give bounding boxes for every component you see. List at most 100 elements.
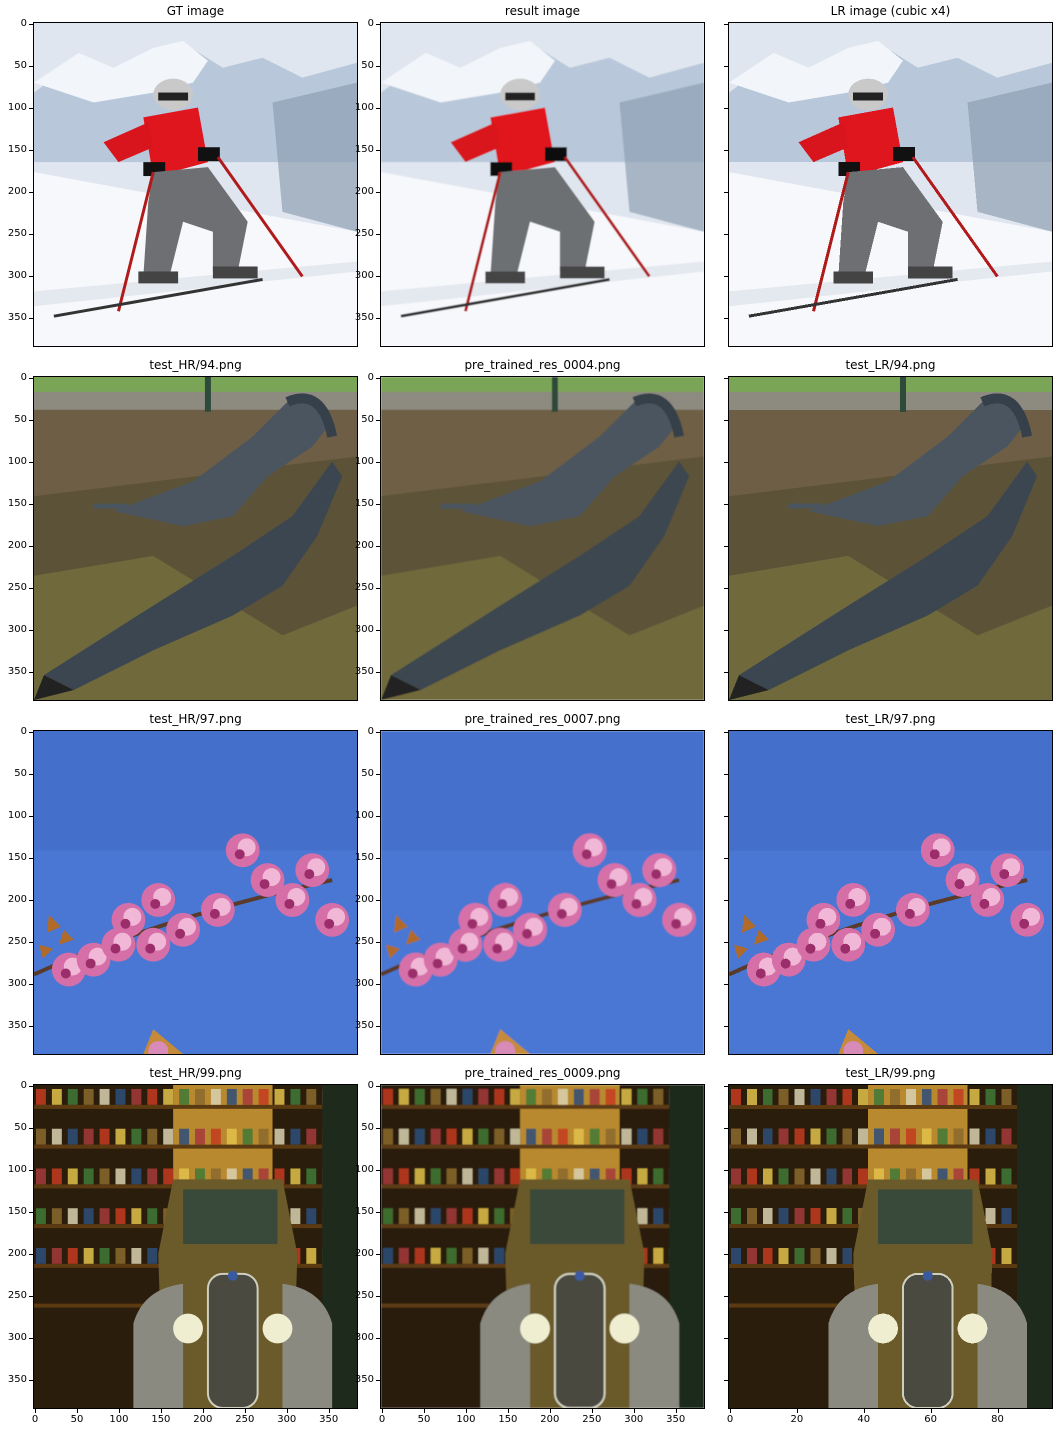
y-tick-mark xyxy=(29,671,33,673)
y-tick-label: 350 xyxy=(7,1373,27,1385)
y-tick-label: 100 xyxy=(7,809,27,821)
y-tick-label: 250 xyxy=(7,581,27,593)
y-tick-label: 300 xyxy=(7,623,27,635)
y-tick-mark xyxy=(376,629,380,631)
panel-title: test_HR/94.png xyxy=(149,358,242,372)
y-tick-label: 200 xyxy=(7,539,27,551)
y-tick-mark xyxy=(29,629,33,631)
y-tick-mark xyxy=(29,773,33,775)
panel-title: test_HR/99.png xyxy=(149,1066,242,1080)
y-tick-mark xyxy=(724,1379,728,1381)
x-tick-label: 150 xyxy=(498,1414,518,1425)
y-tick-mark xyxy=(29,1086,33,1087)
x-tick-mark xyxy=(796,1409,798,1413)
y-tick-mark xyxy=(29,317,33,319)
y-tick-mark xyxy=(376,503,380,505)
y-tick-mark xyxy=(376,732,380,733)
y-tick-mark xyxy=(376,857,380,859)
x-tick-mark xyxy=(244,1409,246,1413)
y-tick-mark xyxy=(376,1253,380,1255)
image-panel xyxy=(728,1084,1053,1409)
y-tick-label: 100 xyxy=(7,455,27,467)
panel-title: pre_trained_res_0004.png xyxy=(464,358,621,372)
y-tick-mark xyxy=(376,1127,380,1129)
y-tick-mark xyxy=(376,1169,380,1171)
x-tick-mark xyxy=(591,1409,593,1413)
x-tick-label: 50 xyxy=(70,1414,84,1425)
y-tick-label: 50 xyxy=(361,1121,374,1133)
y-tick-mark xyxy=(376,107,380,109)
y-tick-label: 150 xyxy=(7,143,27,155)
x-tick-label: 300 xyxy=(624,1414,644,1425)
x-tick-mark xyxy=(382,1409,383,1413)
y-tick-mark xyxy=(376,275,380,277)
y-tick-label: 50 xyxy=(14,59,27,71)
y-tick-mark xyxy=(376,419,380,421)
image-panel xyxy=(728,730,1053,1055)
x-tick-mark xyxy=(202,1409,204,1413)
y-tick-label: 300 xyxy=(7,977,27,989)
panel-title: test_LR/97.png xyxy=(845,712,936,726)
y-tick-mark xyxy=(29,1169,33,1171)
y-tick-label: 350 xyxy=(354,1019,374,1031)
image-panel xyxy=(33,376,358,701)
x-tick-label: 350 xyxy=(666,1414,686,1425)
y-tick-mark xyxy=(724,24,728,25)
x-tick-label: 0 xyxy=(378,1414,386,1425)
y-tick-mark xyxy=(724,1253,728,1255)
x-tick-mark xyxy=(863,1409,865,1413)
y-tick-mark xyxy=(376,1211,380,1213)
y-tick-label: 0 xyxy=(367,726,374,737)
y-tick-mark xyxy=(724,503,728,505)
y-tick-mark xyxy=(29,732,33,733)
x-tick-label: 100 xyxy=(456,1414,476,1425)
y-tick-mark xyxy=(724,1211,728,1213)
y-tick-mark xyxy=(376,65,380,67)
x-tick-label: 200 xyxy=(193,1414,213,1425)
y-tick-label: 100 xyxy=(7,1163,27,1175)
image-panel xyxy=(728,22,1053,347)
y-tick-mark xyxy=(29,1127,33,1129)
image-panel xyxy=(728,376,1053,701)
y-tick-mark xyxy=(376,671,380,673)
y-tick-label: 150 xyxy=(7,1205,27,1217)
x-tick-label: 250 xyxy=(582,1414,602,1425)
y-tick-label: 300 xyxy=(354,977,374,989)
y-tick-mark xyxy=(29,587,33,589)
y-tick-mark xyxy=(724,983,728,985)
y-tick-mark xyxy=(724,1127,728,1129)
y-tick-mark xyxy=(724,1086,728,1087)
y-tick-label: 200 xyxy=(354,1247,374,1259)
y-tick-mark xyxy=(724,732,728,733)
y-tick-mark xyxy=(29,461,33,463)
y-tick-label: 0 xyxy=(367,372,374,383)
y-tick-mark xyxy=(376,899,380,901)
y-tick-mark xyxy=(29,149,33,151)
image-panel xyxy=(33,730,358,1055)
y-tick-label: 50 xyxy=(361,767,374,779)
y-tick-mark xyxy=(376,983,380,985)
y-tick-mark xyxy=(724,773,728,775)
y-tick-label: 0 xyxy=(20,18,27,29)
y-tick-label: 0 xyxy=(20,726,27,737)
y-tick-label: 150 xyxy=(354,851,374,863)
y-tick-mark xyxy=(29,233,33,235)
y-tick-mark xyxy=(376,1337,380,1339)
panel-title: test_HR/97.png xyxy=(149,712,242,726)
y-tick-mark xyxy=(724,1295,728,1297)
y-tick-label: 150 xyxy=(354,1205,374,1217)
y-tick-mark xyxy=(376,149,380,151)
y-tick-label: 200 xyxy=(7,1247,27,1259)
y-tick-label: 150 xyxy=(7,497,27,509)
x-tick-mark xyxy=(507,1409,509,1413)
x-tick-mark xyxy=(160,1409,162,1413)
y-tick-mark xyxy=(29,941,33,943)
y-tick-mark xyxy=(29,503,33,505)
y-tick-mark xyxy=(29,419,33,421)
y-tick-mark xyxy=(29,275,33,277)
x-tick-label: 350 xyxy=(319,1414,339,1425)
y-tick-label: 50 xyxy=(361,413,374,425)
panel-title: GT image xyxy=(166,4,225,18)
y-tick-mark xyxy=(724,1169,728,1171)
x-tick-label: 40 xyxy=(857,1414,871,1425)
